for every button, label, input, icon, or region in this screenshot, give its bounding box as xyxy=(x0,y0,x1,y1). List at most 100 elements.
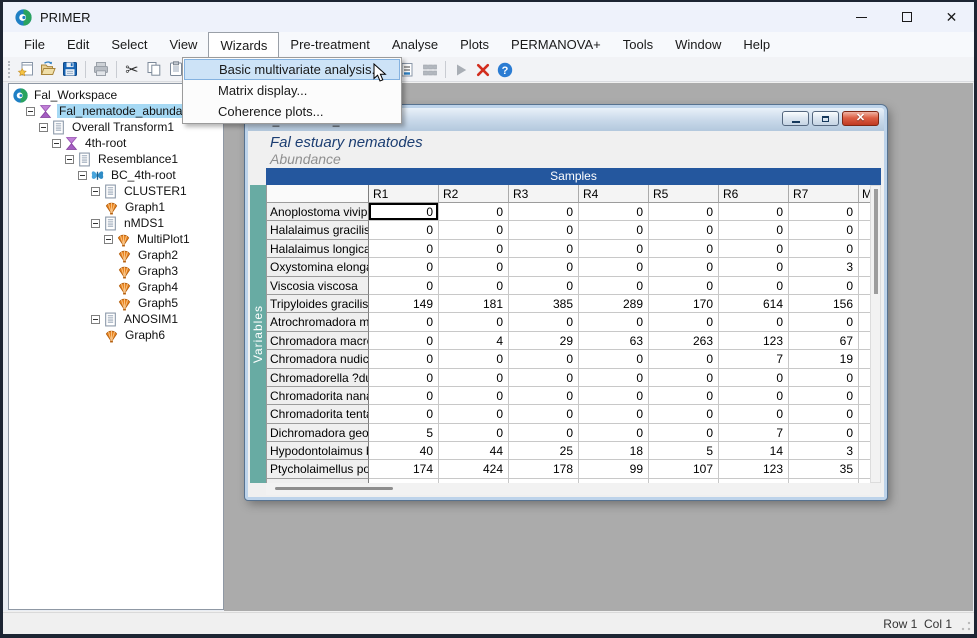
value-cell[interactable]: 156 xyxy=(789,295,859,313)
value-cell[interactable]: 263 xyxy=(649,332,719,350)
species-name-cell[interactable]: Chromadora nudica xyxy=(267,350,369,368)
value-cell[interactable]: 181 xyxy=(439,295,509,313)
menu-item-plots[interactable]: Plots xyxy=(449,32,500,57)
value-cell[interactable]: 5 xyxy=(369,424,439,442)
value-cell[interactable]: 123 xyxy=(719,332,789,350)
value-cell[interactable]: 0 xyxy=(369,369,439,387)
menu-item-analyse[interactable]: Analyse xyxy=(381,32,449,57)
value-cell[interactable]: 0 xyxy=(439,424,509,442)
tree-collapse-toggle[interactable] xyxy=(39,123,48,132)
species-name-cell[interactable]: Tripyloides gracilis xyxy=(267,295,369,313)
value-cell[interactable]: 0 xyxy=(789,313,859,331)
value-cell[interactable]: 0 xyxy=(579,277,649,295)
value-cell[interactable]: 0 xyxy=(649,424,719,442)
value-cell[interactable]: 0 xyxy=(719,387,789,405)
value-cell[interactable]: 0 xyxy=(789,221,859,239)
species-name-cell[interactable]: Chromadorita tenta xyxy=(267,405,369,423)
value-cell[interactable]: 0 xyxy=(369,221,439,239)
menu-item-permanova[interactable]: PERMANOVA+ xyxy=(500,32,612,57)
value-cell[interactable]: 0 xyxy=(579,258,649,276)
column-header-r2[interactable]: R2 xyxy=(439,185,509,203)
menu-item-window[interactable]: Window xyxy=(664,32,732,57)
value-cell[interactable]: 0 xyxy=(719,203,789,221)
value-cell[interactable]: 18 xyxy=(579,442,649,460)
value-cell[interactable]: 178 xyxy=(509,460,579,478)
value-cell[interactable]: 0 xyxy=(789,203,859,221)
value-cell[interactable]: 0 xyxy=(369,240,439,258)
value-cell[interactable]: 424 xyxy=(439,460,509,478)
value-cell[interactable]: 0 xyxy=(369,387,439,405)
help-button[interactable]: ? xyxy=(494,59,516,80)
new-workspace-button[interactable] xyxy=(15,59,37,80)
value-cell[interactable]: 3 xyxy=(789,258,859,276)
value-cell[interactable]: 99 xyxy=(579,460,649,478)
value-cell[interactable]: 0 xyxy=(369,313,439,331)
tree-collapse-toggle[interactable] xyxy=(65,155,74,164)
menu-item-pre-treatment[interactable]: Pre-treatment xyxy=(279,32,380,57)
child-close-button[interactable]: ✕ xyxy=(842,111,879,126)
value-cell[interactable]: 0 xyxy=(509,387,579,405)
value-cell[interactable]: 0 xyxy=(509,424,579,442)
value-cell[interactable]: 0 xyxy=(649,405,719,423)
species-name-cell[interactable]: Oxystomina elongat xyxy=(267,258,369,276)
species-name-cell[interactable]: Hypodontolaimus b xyxy=(267,442,369,460)
value-cell[interactable]: 0 xyxy=(369,277,439,295)
value-cell[interactable]: 0 xyxy=(439,350,509,368)
species-name-cell[interactable]: Halalaimus gracilis xyxy=(267,221,369,239)
value-cell[interactable]: 385 xyxy=(509,295,579,313)
minimize-button[interactable] xyxy=(839,2,884,32)
menu-item-coherence-plots[interactable]: Coherence plots... xyxy=(184,101,400,122)
horizontal-scrollbar[interactable] xyxy=(266,483,870,495)
value-cell[interactable]: 0 xyxy=(649,387,719,405)
tree-item-multiplot1[interactable]: MultiPlot1 xyxy=(11,231,221,247)
value-cell[interactable]: 0 xyxy=(439,240,509,258)
value-cell[interactable]: 0 xyxy=(509,240,579,258)
value-cell[interactable]: 0 xyxy=(579,203,649,221)
value-cell[interactable]: 0 xyxy=(509,405,579,423)
toolbar-gripper[interactable] xyxy=(8,61,11,78)
menu-item-basic-multivariate-analysis[interactable]: Basic multivariate analysis... xyxy=(184,59,400,80)
value-cell[interactable]: 0 xyxy=(509,258,579,276)
value-cell[interactable]: 170 xyxy=(649,295,719,313)
menu-item-tools[interactable]: Tools xyxy=(612,32,664,57)
value-cell[interactable]: 19 xyxy=(789,350,859,368)
value-cell[interactable]: 63 xyxy=(579,332,649,350)
value-cell[interactable]: 0 xyxy=(439,277,509,295)
value-cell[interactable]: 0 xyxy=(649,369,719,387)
value-cell[interactable]: 0 xyxy=(719,405,789,423)
value-cell[interactable]: 289 xyxy=(579,295,649,313)
resize-grip[interactable] xyxy=(961,621,971,631)
vertical-scrollbar-thumb[interactable] xyxy=(874,189,878,294)
horizontal-scrollbar-thumb[interactable] xyxy=(275,487,393,490)
value-cell[interactable]: 0 xyxy=(439,221,509,239)
value-cell[interactable]: 0 xyxy=(509,313,579,331)
species-name-cell[interactable]: Atrochromadora mi xyxy=(267,313,369,331)
tree-item-graph2[interactable]: Graph2 xyxy=(11,247,221,263)
value-cell[interactable]: 0 xyxy=(579,424,649,442)
menu-item-matrix-display[interactable]: Matrix display... xyxy=(184,80,400,101)
cut-button[interactable]: ✂ xyxy=(121,59,143,80)
value-cell[interactable]: 0 xyxy=(579,221,649,239)
species-name-cell[interactable]: Chromadora macro xyxy=(267,332,369,350)
value-cell[interactable]: 29 xyxy=(509,332,579,350)
value-cell[interactable]: 0 xyxy=(369,203,439,221)
close-button[interactable]: ✕ xyxy=(929,2,974,32)
value-cell[interactable]: 0 xyxy=(719,221,789,239)
tree-item-bc-4th-root[interactable]: BC_4th-root xyxy=(11,167,221,183)
value-cell[interactable]: 0 xyxy=(369,405,439,423)
column-header-r6[interactable]: R6 xyxy=(719,185,789,203)
value-cell[interactable]: 0 xyxy=(789,387,859,405)
menu-item-help[interactable]: Help xyxy=(732,32,781,57)
value-cell[interactable]: 0 xyxy=(789,424,859,442)
tree-collapse-toggle[interactable] xyxy=(91,219,100,228)
species-name-cell[interactable]: Halalaimus longicau xyxy=(267,240,369,258)
tree-collapse-toggle[interactable] xyxy=(91,187,100,196)
value-cell[interactable]: 0 xyxy=(439,387,509,405)
child-minimize-button[interactable] xyxy=(782,111,809,126)
tree-collapse-toggle[interactable] xyxy=(78,171,87,180)
value-cell[interactable]: 0 xyxy=(509,369,579,387)
value-cell[interactable]: 0 xyxy=(789,240,859,258)
column-header-r3[interactable]: R3 xyxy=(509,185,579,203)
species-name-cell[interactable]: Chromadorita nana xyxy=(267,387,369,405)
species-name-cell[interactable]: Viscosia viscosa xyxy=(267,277,369,295)
